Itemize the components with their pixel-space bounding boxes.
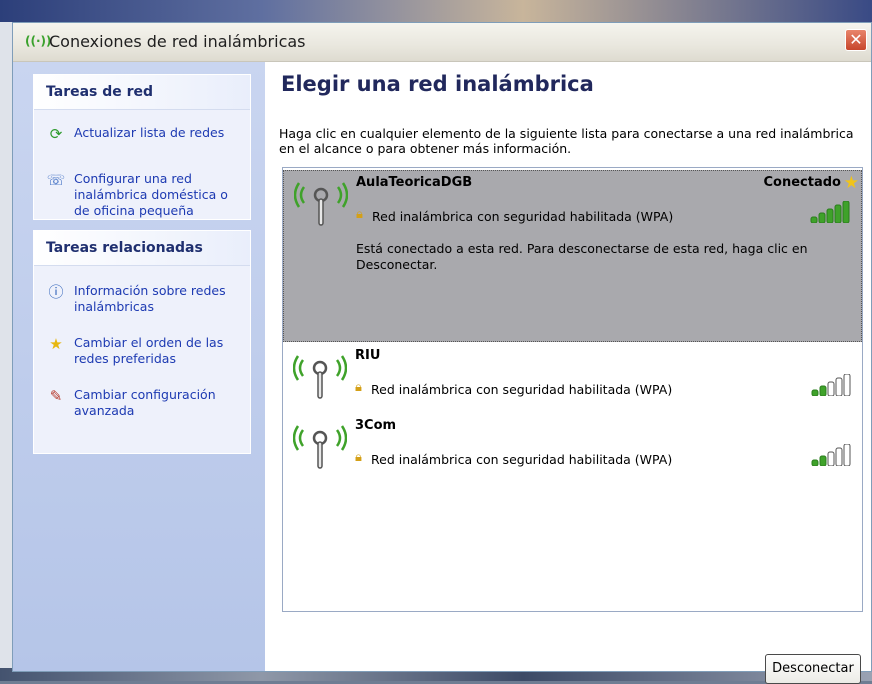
signal-bar — [842, 201, 850, 223]
related-tasks-title: Tareas relacionadas — [46, 240, 203, 256]
signal-bar — [811, 459, 819, 466]
signal-bar — [826, 208, 834, 223]
close-button[interactable]: ✕ — [845, 29, 867, 51]
task-label: Configurar una red inalámbrica doméstica… — [74, 171, 228, 218]
signal-strength-icon — [811, 374, 851, 396]
lock-icon: 🔒︎ — [356, 207, 363, 222]
disconnect-button[interactable]: Desconectar — [765, 654, 861, 684]
signal-bar — [843, 374, 851, 396]
signal-bar — [818, 212, 826, 223]
lock-icon: 🔒︎ — [355, 450, 362, 465]
connection-info: Está conectado a esta red. Para desconec… — [356, 241, 808, 272]
signal-bar — [835, 447, 843, 466]
preferred-star-icon: ★ — [843, 173, 859, 193]
network-item-riu[interactable]: RIU 🔒︎ Red inalámbrica con seguridad hab… — [283, 344, 862, 414]
network-name: 3Com — [355, 418, 397, 433]
task-label: Información sobre redes inalámbricas — [74, 283, 226, 314]
signal-bar — [827, 381, 835, 396]
network-list[interactable]: AulaTeoricaDGB Conectado ★ 🔒︎ Red inalám… — [282, 167, 863, 612]
related-tasks-panel: Tareas relacionadas ⓘ Información sobre … — [33, 230, 251, 454]
desktop-top-strip — [0, 0, 872, 22]
signal-bar — [819, 385, 827, 396]
signal-bar — [843, 444, 851, 466]
signal-strength-icon — [811, 444, 851, 466]
network-name: RIU — [355, 348, 381, 363]
wireless-network-icon — [293, 425, 347, 469]
network-tasks-panel: Tareas de red ⟳ Actualizar lista de rede… — [33, 74, 251, 220]
task-label: Cambiar el orden de las redes preferidas — [74, 335, 224, 366]
info-icon: ⓘ — [48, 283, 64, 301]
wireless-network-icon — [294, 182, 348, 226]
signal-bar — [834, 204, 842, 223]
task-label: Cambiar configuración avanzada — [74, 387, 216, 418]
connection-status: Conectado — [763, 175, 841, 190]
window-title: Conexiones de red inalámbricas — [49, 32, 306, 51]
wireless-icon: ((·)) — [25, 34, 52, 48]
network-security: Red inalámbrica con seguridad habilitada… — [371, 452, 673, 467]
star-icon: ★ — [49, 335, 63, 353]
related-tasks-header[interactable]: Tareas relacionadas — [34, 231, 250, 266]
network-security: Red inalámbrica con seguridad habilitada… — [372, 209, 674, 224]
signal-bar — [810, 216, 818, 223]
network-name: AulaTeoricaDGB — [356, 175, 473, 190]
signal-bar — [819, 455, 827, 466]
network-tasks-header[interactable]: Tareas de red — [34, 75, 250, 110]
main-panel: Elegir una red inalámbrica Haga clic en … — [265, 62, 871, 684]
signal-bar — [835, 377, 843, 396]
page-title: Elegir una red inalámbrica — [281, 72, 594, 96]
network-item-3com[interactable]: 3Com 🔒︎ Red inalámbrica con seguridad ha… — [283, 414, 862, 484]
settings-icon: ✎ — [49, 387, 63, 405]
network-item-aulateoricadgb[interactable]: AulaTeoricaDGB Conectado ★ 🔒︎ Red inalám… — [283, 170, 862, 342]
task-sidebar: Tareas de red ⟳ Actualizar lista de rede… — [13, 62, 265, 671]
wireless-connections-window: ((·)) Conexiones de red inalámbricas ✕ T… — [12, 22, 872, 684]
refresh-icon: ⟳ — [49, 125, 63, 143]
page-description: Haga clic en cualquier elemento de la si… — [279, 126, 854, 156]
network-tasks-title: Tareas de red — [46, 84, 154, 100]
lock-icon: 🔒︎ — [355, 380, 362, 395]
signal-bar — [811, 389, 819, 396]
wireless-network-icon — [293, 355, 347, 399]
signal-bar — [827, 451, 835, 466]
task-label: Actualizar lista de redes — [74, 125, 225, 140]
network-security: Red inalámbrica con seguridad habilitada… — [371, 382, 673, 397]
title-bar[interactable]: ((·)) Conexiones de red inalámbricas ✕ — [13, 23, 871, 62]
signal-strength-icon — [810, 201, 850, 223]
wireless-setup-icon: ☏ — [46, 171, 66, 189]
